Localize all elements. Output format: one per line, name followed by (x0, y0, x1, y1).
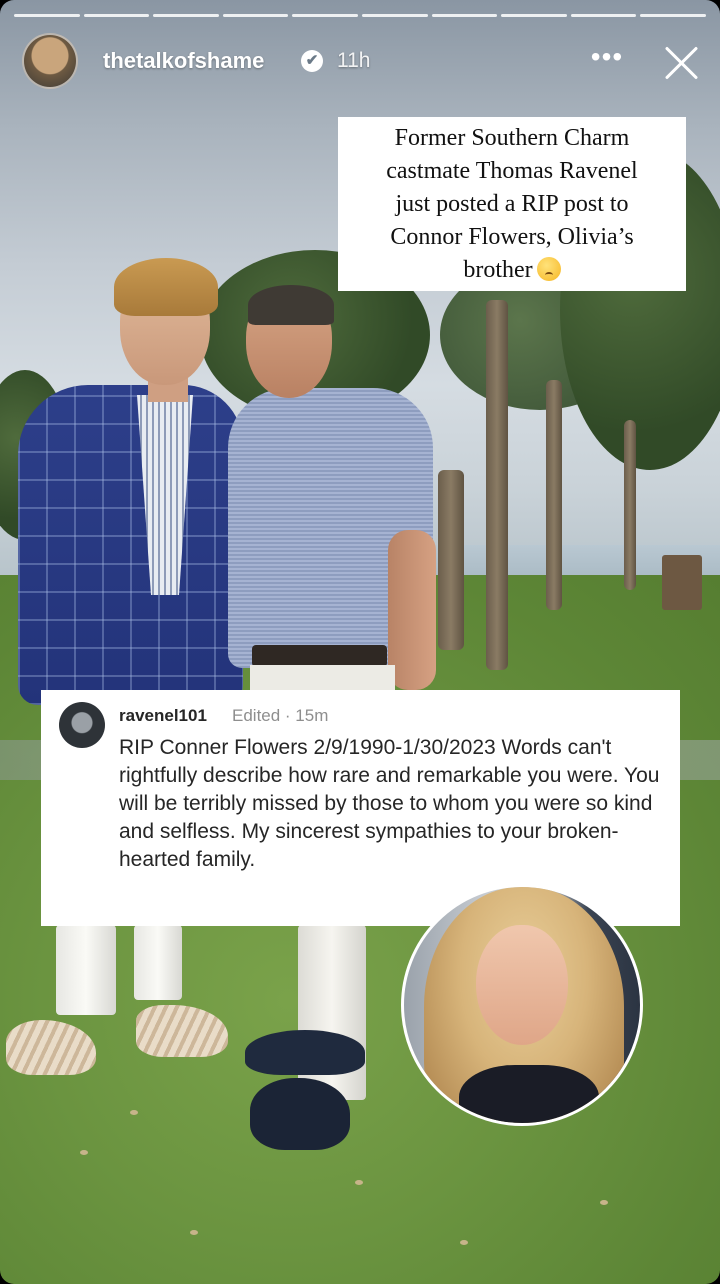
caption-line: brother (463, 257, 533, 283)
woman-portrait-circle (401, 884, 643, 1126)
portrait-top (459, 1065, 599, 1123)
photo-leaf (355, 1180, 363, 1185)
photo-person-left-pants (134, 925, 182, 1000)
photo-leaf (190, 1230, 198, 1235)
story-viewer[interactable]: thetalkofshame ✔ 11h ••• Former Southern… (0, 0, 720, 1284)
caption-line: Connor Flowers, Olivia’s (390, 224, 634, 250)
photo-shed (662, 555, 702, 610)
photo-leaf (80, 1150, 88, 1155)
verified-badge-icon: ✔ (301, 50, 323, 72)
story-progress-segment (292, 14, 358, 17)
photo-leaf (600, 1200, 608, 1205)
comment-screenshot: ravenel101 Edited · 15m RIP Conner Flowe… (41, 690, 680, 926)
comment-text: RIP Conner Flowers 2/9/1990-1/30/2023 Wo… (119, 736, 660, 871)
story-progress-segment (222, 14, 289, 17)
story-progress-segment (570, 14, 637, 17)
caption-line-with-emoji: brother (346, 254, 678, 287)
photo-tree-trunk (486, 300, 508, 670)
photo-person-right-belt (252, 645, 387, 667)
close-icon[interactable] (662, 43, 702, 83)
photo-leaf (130, 1110, 138, 1115)
photo-leaf (460, 1240, 468, 1245)
photo-tree-trunk (546, 380, 562, 610)
photo-person-left-jacket (18, 385, 243, 705)
sad-face-emoji-icon (536, 257, 561, 281)
caption-line: Former Southern Charm (394, 125, 630, 151)
story-progress-segment (153, 14, 219, 17)
photo-person-left-hair (114, 258, 218, 316)
story-progress-segment (83, 14, 150, 17)
story-progress-segment (431, 14, 498, 17)
comment-username: ravenel101 (119, 706, 207, 725)
commenter-avatar-icon (59, 702, 105, 748)
story-timestamp: 11h (337, 49, 371, 72)
caption-line: just posted a RIP post to (395, 191, 629, 217)
story-progress-segment (361, 14, 428, 17)
more-options-icon[interactable]: ••• (590, 42, 624, 76)
profile-avatar-icon[interactable] (22, 33, 78, 89)
story-progress-segment (14, 14, 80, 17)
photo-person-left-pants (56, 925, 116, 1015)
photo-tree-trunk (438, 470, 464, 650)
story-progress-bar (14, 14, 706, 17)
story-progress-segment (501, 14, 567, 17)
photo-person-right-hair (248, 285, 334, 325)
story-progress-segment (640, 14, 706, 17)
comment-meta: Edited · 15m (232, 706, 329, 725)
portrait-face (476, 925, 568, 1045)
photo-person-right-shoe (250, 1078, 350, 1150)
photo-person-right-shoe (245, 1030, 365, 1075)
photo-person-right-arm (388, 530, 436, 690)
caption-line: castmate Thomas Ravenel (386, 158, 638, 184)
story-caption-box: Former Southern Charm castmate Thomas Ra… (338, 117, 686, 291)
photo-tree-trunk (624, 420, 636, 590)
story-username[interactable]: thetalkofshame (103, 48, 264, 74)
